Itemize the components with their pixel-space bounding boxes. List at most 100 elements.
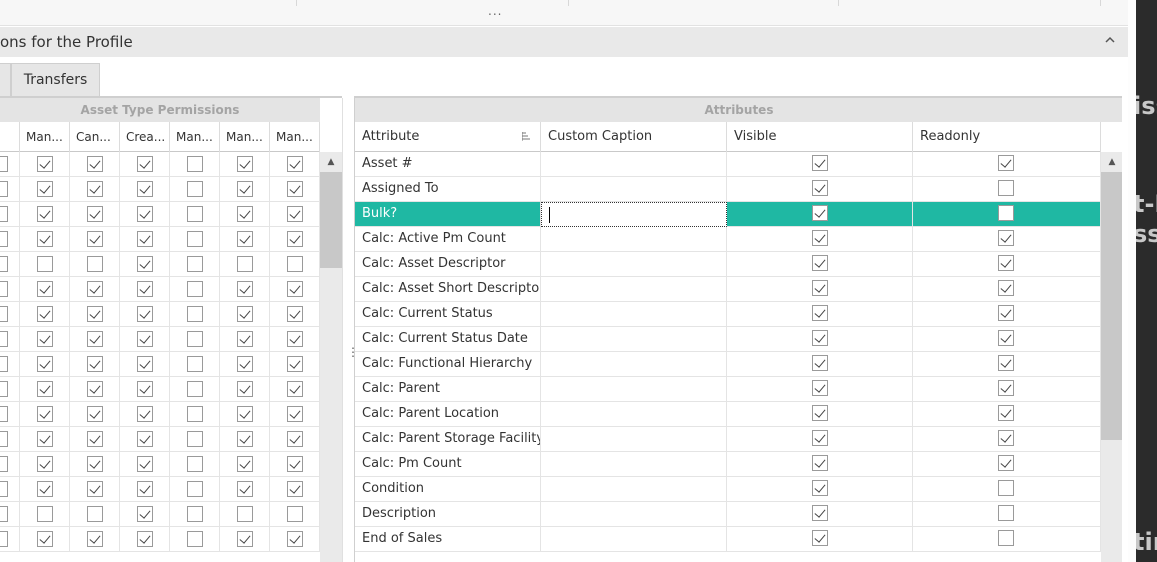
readonly-checkbox[interactable]	[998, 255, 1014, 271]
readonly-checkbox[interactable]	[998, 155, 1014, 171]
visible-checkbox[interactable]	[812, 355, 828, 371]
attribute-name-cell[interactable]: Bulk?	[355, 202, 541, 227]
custom-caption-cell[interactable]	[541, 227, 727, 252]
custom-caption-cell[interactable]	[541, 477, 727, 502]
permission-checkbox[interactable]	[37, 381, 53, 397]
permission-checkbox[interactable]	[87, 381, 103, 397]
column-header[interactable]: Man...	[270, 122, 320, 152]
custom-caption-cell[interactable]	[541, 352, 727, 377]
readonly-checkbox[interactable]	[998, 430, 1014, 446]
readonly-checkbox[interactable]	[998, 505, 1014, 521]
permission-checkbox[interactable]	[137, 256, 153, 272]
permission-checkbox[interactable]	[287, 356, 303, 372]
permission-checkbox[interactable]	[187, 481, 203, 497]
scroll-up-arrow[interactable]: ▲	[320, 152, 342, 172]
permission-checkbox[interactable]	[87, 356, 103, 372]
permission-checkbox[interactable]	[37, 181, 53, 197]
permission-checkbox[interactable]	[0, 356, 8, 372]
table-row[interactable]: Calc: Parent	[355, 377, 1101, 402]
permission-checkbox[interactable]	[37, 431, 53, 447]
permission-checkbox[interactable]	[287, 531, 303, 547]
permission-checkbox[interactable]	[37, 231, 53, 247]
readonly-checkbox[interactable]	[998, 405, 1014, 421]
attribute-name-cell[interactable]: Calc: Functional Hierarchy	[355, 352, 541, 377]
permission-checkbox[interactable]	[237, 281, 253, 297]
permission-checkbox[interactable]	[187, 456, 203, 472]
permission-checkbox[interactable]	[37, 356, 53, 372]
table-row[interactable]: Calc: Asset Short Descriptor	[355, 277, 1101, 302]
permission-checkbox[interactable]	[0, 531, 8, 547]
permission-checkbox[interactable]	[287, 306, 303, 322]
permission-checkbox[interactable]	[287, 231, 303, 247]
permission-checkbox[interactable]	[137, 506, 153, 522]
overflow-dots[interactable]: ...	[488, 4, 502, 18]
visible-checkbox[interactable]	[812, 330, 828, 346]
visible-checkbox[interactable]	[812, 530, 828, 546]
table-row[interactable]: Calc: Functional Hierarchy	[355, 352, 1101, 377]
permission-checkbox[interactable]	[137, 456, 153, 472]
chevron-up-icon[interactable]	[1104, 34, 1116, 46]
permission-checkbox[interactable]	[187, 231, 203, 247]
table-row[interactable]: Calc: Asset Descriptor	[355, 252, 1101, 277]
readonly-checkbox[interactable]	[998, 330, 1014, 346]
readonly-checkbox[interactable]	[998, 205, 1014, 221]
permission-checkbox[interactable]	[87, 531, 103, 547]
permission-checkbox[interactable]	[37, 281, 53, 297]
section-header[interactable]: ons for the Profile	[0, 27, 1128, 57]
permission-checkbox[interactable]	[137, 206, 153, 222]
table-row[interactable]: Description	[355, 502, 1101, 527]
attribute-name-cell[interactable]: Calc: Parent Storage Facility	[355, 427, 541, 452]
attribute-name-cell[interactable]: Calc: Asset Short Descriptor	[355, 277, 541, 302]
attribute-name-cell[interactable]: Calc: Current Status	[355, 302, 541, 327]
permission-checkbox[interactable]	[287, 506, 303, 522]
permission-checkbox[interactable]	[237, 256, 253, 272]
permission-checkbox[interactable]	[0, 406, 8, 422]
readonly-checkbox[interactable]	[998, 455, 1014, 471]
table-row[interactable]: Condition	[355, 477, 1101, 502]
vertical-scrollbar[interactable]: ▲	[1101, 152, 1122, 562]
attribute-name-cell[interactable]: Condition	[355, 477, 541, 502]
permission-checkbox[interactable]	[137, 231, 153, 247]
table-row[interactable]: Assigned To	[355, 177, 1101, 202]
table-row[interactable]: Bulk?	[355, 202, 1101, 227]
permission-checkbox[interactable]	[187, 281, 203, 297]
permission-checkbox[interactable]	[37, 531, 53, 547]
custom-caption-cell[interactable]	[541, 452, 727, 477]
permission-checkbox[interactable]	[187, 506, 203, 522]
permission-checkbox[interactable]	[187, 181, 203, 197]
permission-checkbox[interactable]	[37, 206, 53, 222]
table-row[interactable]: Calc: Parent Location	[355, 402, 1101, 427]
table-row[interactable]: Calc: Parent Storage Facility	[355, 427, 1101, 452]
permission-checkbox[interactable]	[237, 231, 253, 247]
tab-transfers[interactable]: Transfers	[11, 63, 100, 97]
attribute-name-cell[interactable]: Calc: Parent Location	[355, 402, 541, 427]
attribute-name-cell[interactable]: Calc: Parent	[355, 377, 541, 402]
permission-checkbox[interactable]	[287, 206, 303, 222]
permission-checkbox[interactable]	[287, 406, 303, 422]
attribute-name-cell[interactable]: Description	[355, 502, 541, 527]
readonly-checkbox[interactable]	[998, 230, 1014, 246]
custom-caption-cell[interactable]	[541, 377, 727, 402]
panel-splitter[interactable]: ⋮	[342, 98, 359, 562]
column-header[interactable]: Man...	[220, 122, 270, 152]
sort-icon[interactable]	[522, 131, 532, 142]
permission-checkbox[interactable]	[237, 306, 253, 322]
permission-checkbox[interactable]	[237, 456, 253, 472]
permission-checkbox[interactable]	[0, 231, 8, 247]
scroll-thumb[interactable]	[320, 172, 342, 268]
permission-checkbox[interactable]	[0, 306, 8, 322]
scroll-thumb[interactable]	[1101, 172, 1122, 440]
table-row[interactable]: Calc: Current Status	[355, 302, 1101, 327]
permission-checkbox[interactable]	[87, 256, 103, 272]
custom-caption-cell[interactable]	[541, 527, 727, 552]
custom-caption-cell[interactable]	[541, 302, 727, 327]
visible-checkbox[interactable]	[812, 205, 828, 221]
attribute-name-cell[interactable]: Calc: Current Status Date	[355, 327, 541, 352]
column-header-readonly[interactable]: Readonly	[913, 122, 1101, 152]
permission-checkbox[interactable]	[237, 431, 253, 447]
permission-checkbox[interactable]	[87, 206, 103, 222]
custom-caption-cell[interactable]	[541, 277, 727, 302]
permission-checkbox[interactable]	[237, 356, 253, 372]
permission-checkbox[interactable]	[237, 181, 253, 197]
permission-checkbox[interactable]	[87, 181, 103, 197]
